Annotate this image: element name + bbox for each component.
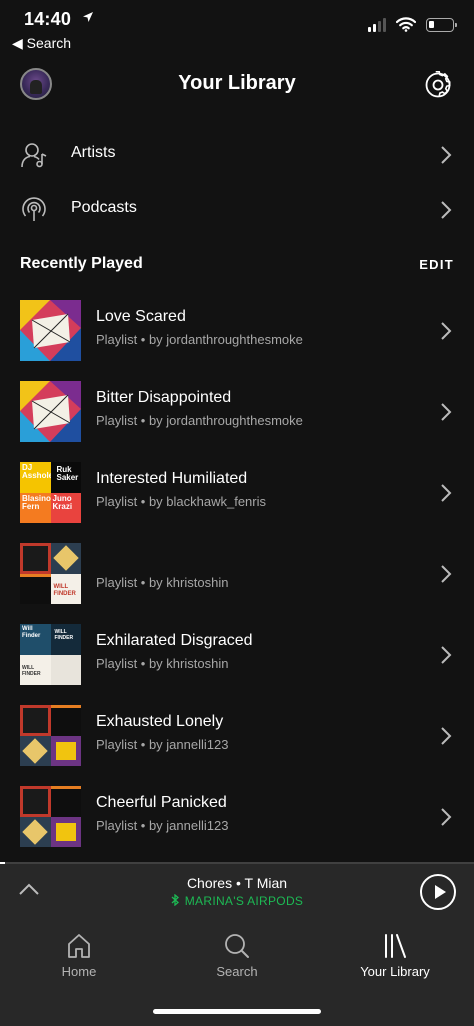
playlist-row[interactable]: Exhausted Lonely Playlist • by jannelli1… [0,701,474,771]
tab-label: Your Library [360,964,430,979]
playlist-row[interactable]: DJ Asshole Ruk Saker Blasino Fern Juno K… [0,458,474,528]
playlist-row[interactable]: WILL FINDER Playlist • by khristoshin [0,539,474,609]
bluetooth-icon [171,894,179,906]
playlist-subtitle: Playlist • by khristoshin [96,575,229,590]
playlist-subtitle: Playlist • by jordanthroughthesmoke [96,413,303,428]
back-to-search-link[interactable]: ◀ Search [12,35,71,52]
playlist-title: Interested Humiliated [96,470,248,487]
recently-played-heading: Recently Played [20,255,143,272]
playlist-cover: WILL FINDER [20,543,81,604]
tab-bar: Home Search Your Library [0,920,474,1026]
chevron-right-icon [441,322,452,340]
playlist-cover: Will Finder WILL FINDER WILL FINDER [20,624,81,685]
cover-text: Juno Krazi [52,493,73,511]
chevron-right-icon [441,201,452,219]
playlist-row[interactable]: Will Finder WILL FINDER WILL FINDER Exhi… [0,620,474,690]
play-button[interactable] [420,874,456,910]
status-bar: 14:40 ◀ Search [0,0,474,60]
playlist-cover [20,705,81,766]
home-icon [68,934,90,958]
library-nav-label: Podcasts [71,199,137,216]
wifi-icon [396,17,416,32]
edit-button[interactable]: EDIT [419,257,454,272]
cover-text: WILL FINDER [54,629,74,641]
now-playing-bar[interactable]: Chores • T Mian MARINA'S AIRPODS [0,864,474,920]
playlist-title: Bitter Disappointed [96,389,232,406]
podcast-icon [22,197,46,221]
playlist-title: Exhausted Lonely [96,713,224,730]
device-name: MARINA'S AIRPODS [184,894,304,908]
cellular-signal-icon [368,17,386,32]
gear-icon[interactable] [424,71,452,99]
now-playing-track: Chores • T Mian [0,875,474,891]
connected-device[interactable]: MARINA'S AIRPODS [0,894,474,908]
playlist-row[interactable]: Cheerful Panicked Playlist • by jannelli… [0,782,474,852]
tab-label: Search [216,964,258,979]
tab-your-library[interactable]: Your Library [316,920,474,1000]
chevron-right-icon [441,146,452,164]
playlist-subtitle: Playlist • by jannelli123 [96,818,229,833]
library-nav-label: Artists [71,144,116,161]
library-header: Your Library [0,60,474,110]
search-icon [225,934,249,958]
playlist-subtitle: Playlist • by blackhawk_fenris [96,494,267,509]
library-icon [385,934,406,958]
page-title: Your Library [178,72,296,94]
tab-label: Home [61,964,97,979]
tab-search[interactable]: Search [158,920,316,1000]
library-nav-artists[interactable]: Artists [0,128,474,182]
library-nav-podcasts[interactable]: Podcasts [0,183,474,237]
home-indicator[interactable] [153,1009,321,1014]
chevron-right-icon [441,646,452,664]
playlist-subtitle: Playlist • by jordanthroughthesmoke [96,332,303,347]
battery-icon [426,17,457,32]
location-arrow-icon [83,12,93,22]
track-artist: T Mian [244,875,288,891]
chevron-right-icon [441,403,452,421]
playlist-cover [20,300,81,361]
playlist-title: Love Scared [96,308,186,325]
playlist-subtitle: Playlist • by khristoshin [96,656,229,671]
chevron-right-icon [441,565,452,583]
chevron-right-icon [441,727,452,745]
cover-text: WILL FINDER [22,664,41,677]
cover-text: Ruk Saker [56,465,79,482]
status-time: 14:40 [24,9,72,29]
playlist-cover: DJ Asshole Ruk Saker Blasino Fern Juno K… [20,462,81,523]
chevron-right-icon [441,484,452,502]
playlist-title: Cheerful Panicked [96,794,227,811]
playlist-cover [20,786,81,847]
cover-text: WILL FINDER [53,583,76,597]
cover-text: Will Finder [22,626,41,639]
playlist-subtitle: Playlist • by jannelli123 [96,737,229,752]
track-title: Chores [186,875,233,891]
cover-text: Blasino Fern [22,493,51,511]
playlist-title: Exhilarated Disgraced [96,632,253,649]
tab-home[interactable]: Home [0,920,158,1000]
track-separator: • [235,875,241,891]
library-content[interactable]: Artists Podcasts Recently Played EDIT Lo… [0,110,474,862]
playlist-cover [20,381,81,442]
artist-icon [21,143,47,168]
chevron-right-icon [441,808,452,826]
playlist-row[interactable]: Bitter Disappointed Playlist • by jordan… [0,377,474,447]
playlist-row[interactable]: Love Scared Playlist • by jordanthrought… [0,296,474,366]
cover-text: DJ Asshole [22,463,51,480]
